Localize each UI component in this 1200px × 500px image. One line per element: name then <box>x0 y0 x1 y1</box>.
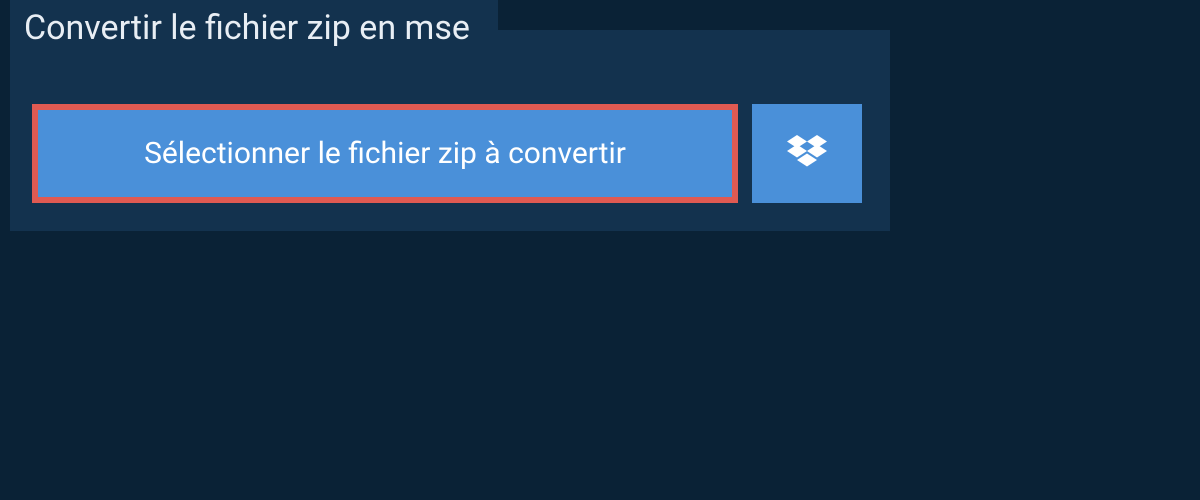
converter-panel: Convertir le fichier zip en mse Sélectio… <box>10 30 890 231</box>
action-row: Sélectionner le fichier zip à convertir <box>10 76 890 231</box>
dropbox-button[interactable] <box>752 104 862 203</box>
select-file-button[interactable]: Sélectionner le fichier zip à convertir <box>32 104 738 203</box>
select-file-label: Sélectionner le fichier zip à convertir <box>144 136 626 171</box>
page-title: Convertir le fichier zip en mse <box>10 0 498 66</box>
dropbox-icon <box>787 135 827 173</box>
